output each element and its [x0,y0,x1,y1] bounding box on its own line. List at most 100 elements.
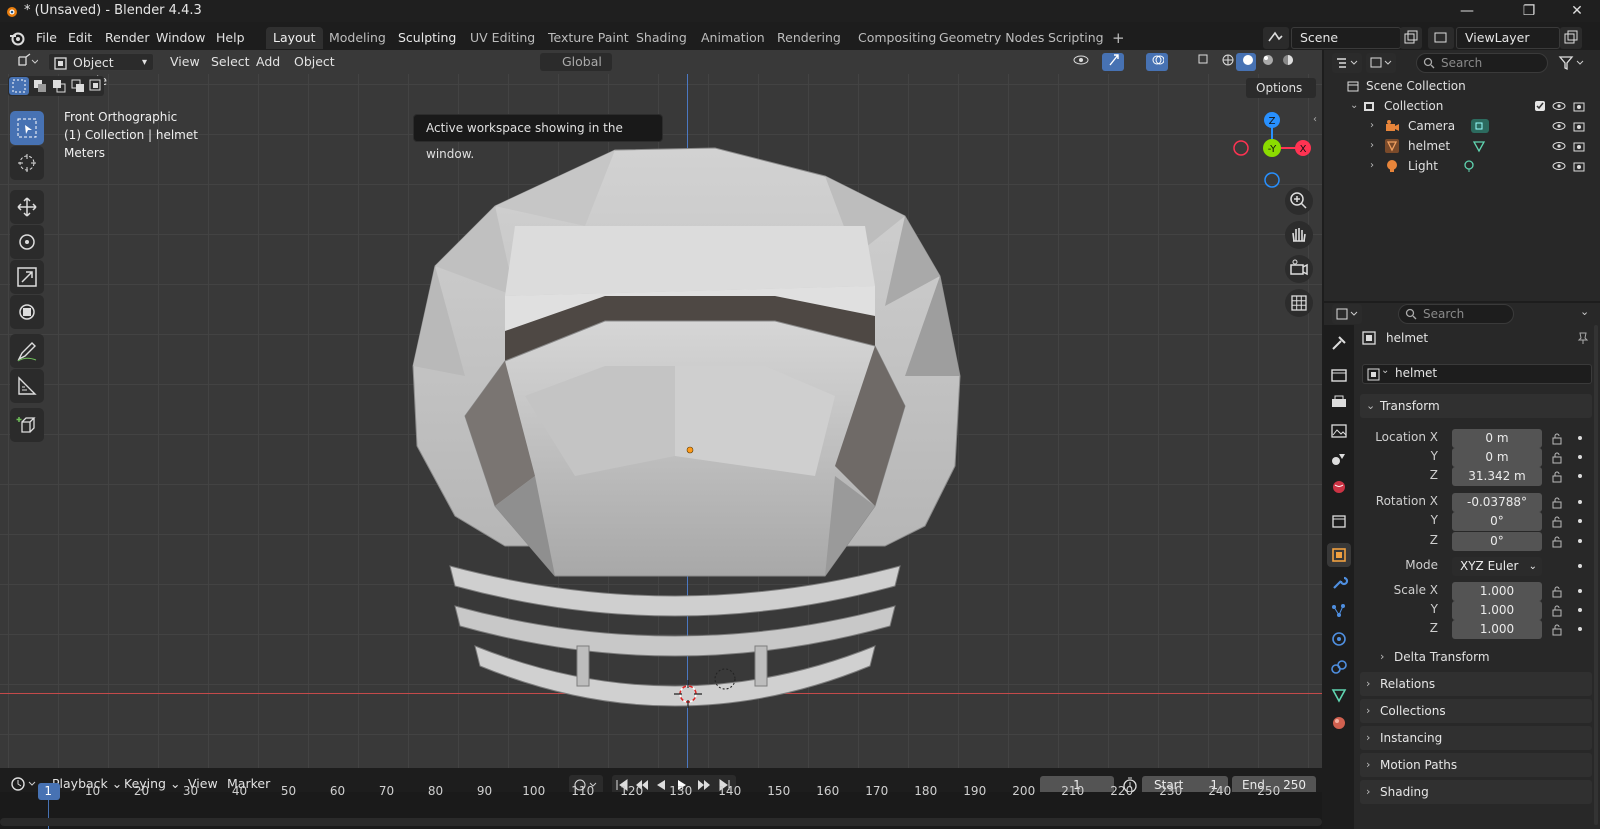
overlays-toggle-button[interactable] [1146,53,1168,71]
keyframe-dot-icon[interactable] [1578,455,1582,459]
viewport-menu-add[interactable]: Add [250,53,286,71]
blender-menu-icon[interactable] [8,29,26,47]
timeline-scrollbar[interactable] [0,818,1322,826]
viewport-menu-select[interactable]: Select [205,53,256,71]
rotation-x-field[interactable]: -0.03788° [1452,493,1542,512]
timeline-menu-keying[interactable]: Keying ⌄ [118,775,186,793]
tab-sculpting[interactable]: Sculpting [391,27,463,49]
scene-selector[interactable]: Scene [1291,27,1401,49]
outliner-row-camera[interactable]: › Camera [1324,116,1600,136]
tab-shading[interactable]: Shading [629,27,694,49]
chevron-right-icon[interactable]: › [1370,116,1374,136]
maximize-button[interactable]: ❐ [1506,0,1552,22]
viewport-menu-view[interactable]: View [164,53,206,71]
tab-tool[interactable] [1327,331,1351,355]
tab-constraints[interactable] [1327,655,1351,679]
render-camera-icon[interactable] [1572,159,1586,173]
helmet-mesh[interactable] [405,146,965,736]
view-layer-selector[interactable]: ViewLayer [1456,27,1560,49]
select-extend-icon[interactable] [32,78,48,94]
editor-type-button[interactable] [10,53,44,71]
select-box-mode-button[interactable] [9,77,29,95]
view-layer-type-button[interactable] [1428,27,1454,49]
location-x-field[interactable]: 0 m [1452,429,1542,448]
outliner-editor-type-button[interactable] [1332,53,1362,73]
select-intersect-icon[interactable] [88,78,104,94]
scene-type-button[interactable] [1263,27,1289,49]
tab-animation[interactable]: Animation [694,27,772,49]
menu-file[interactable]: File [30,29,63,47]
timeline-editor-type-button[interactable] [8,774,42,794]
navigation-gizmo[interactable]: Z X -Y [1232,108,1312,188]
new-scene-button[interactable] [1400,27,1422,49]
tab-render[interactable] [1327,363,1351,387]
tab-output[interactable] [1327,391,1351,415]
eye-icon[interactable] [1552,120,1566,132]
render-camera-icon[interactable] [1572,99,1586,113]
shading-material-button[interactable] [1256,53,1276,71]
lock-icon[interactable] [1550,451,1564,465]
keyframe-dot-icon[interactable] [1578,519,1582,523]
lock-icon[interactable] [1550,604,1564,618]
tab-material[interactable] [1327,711,1351,735]
lock-icon[interactable] [1550,496,1564,510]
tab-data[interactable] [1327,683,1351,707]
menu-render[interactable]: Render [99,29,156,47]
keyframe-dot-icon[interactable] [1578,436,1582,440]
properties-search-input[interactable]: Search [1398,304,1514,324]
eye-icon[interactable] [1552,100,1566,112]
camera-view-button[interactable] [1285,255,1313,283]
transform-orientation-dropdown[interactable]: Global [540,53,612,71]
lock-icon[interactable] [1550,470,1564,484]
object-mode-dropdown[interactable]: Object Mode ▾ [48,53,154,88]
transform-tool[interactable] [10,295,44,329]
keyframe-dot-icon[interactable] [1578,564,1582,568]
motion-paths-panel-header[interactable]: › Motion Paths [1360,753,1592,777]
lock-icon[interactable] [1550,623,1564,637]
tab-rendering[interactable]: Rendering [770,27,848,49]
outliner-row-helmet[interactable]: › helmet [1324,136,1600,156]
add-workspace-button[interactable]: + [1105,27,1132,49]
sidebar-toggle-icon[interactable]: ‹ [1313,114,1317,125]
tab-world[interactable] [1327,475,1351,499]
3d-viewport[interactable]: Object Mode ▾ View Select Add Object Glo… [0,50,1322,768]
location-y-field[interactable]: 0 m [1452,448,1542,467]
tab-modeling[interactable]: Modeling [322,27,393,49]
collections-panel-header[interactable]: › Collections [1360,699,1592,723]
tab-scripting[interactable]: Scripting [1041,27,1111,49]
tab-view-layer[interactable] [1327,419,1351,443]
chevron-down-icon[interactable]: ⌄ [1580,305,1589,318]
tab-object[interactable] [1327,543,1351,567]
new-view-layer-button[interactable] [1560,27,1582,49]
scale-z-field[interactable]: 1.000 [1452,620,1542,639]
shading-wireframe-button[interactable] [1216,53,1236,71]
eye-icon[interactable] [1552,140,1566,152]
transform-panel-header[interactable]: ⌄ Transform [1360,394,1592,418]
tab-uv-editing[interactable]: UV Editing [463,27,542,49]
chevron-down-icon[interactable]: ⌄ [1350,96,1358,116]
tab-collection[interactable] [1327,509,1351,533]
pan-button[interactable] [1285,221,1313,249]
xray-toggle-button[interactable] [1192,53,1212,71]
perspective-toggle-button[interactable] [1285,289,1313,317]
tab-physics[interactable] [1327,627,1351,651]
cursor-tool[interactable] [10,146,44,180]
outliner-search-input[interactable]: Search [1416,53,1548,73]
render-camera-icon[interactable] [1572,139,1586,153]
gizmo-toggle-button[interactable] [1102,53,1124,71]
keyframe-dot-icon[interactable] [1578,589,1582,593]
scale-tool[interactable] [10,260,44,294]
menu-window[interactable]: Window [150,29,211,47]
delta-transform-subpanel[interactable]: › Delta Transform [1374,647,1574,667]
tab-scene[interactable] [1327,447,1351,471]
menu-edit[interactable]: Edit [62,29,98,47]
select-invert-icon[interactable] [70,78,86,94]
chevron-right-icon[interactable]: › [1370,156,1374,176]
keyframe-dot-icon[interactable] [1578,608,1582,612]
lock-icon[interactable] [1550,585,1564,599]
instancing-panel-header[interactable]: › Instancing [1360,726,1592,750]
properties-editor-type-button[interactable] [1332,304,1362,324]
shading-panel-header[interactable]: › Shading [1360,780,1592,804]
options-dropdown[interactable]: Options [1246,78,1316,98]
tab-layout[interactable]: Layout [266,27,323,49]
